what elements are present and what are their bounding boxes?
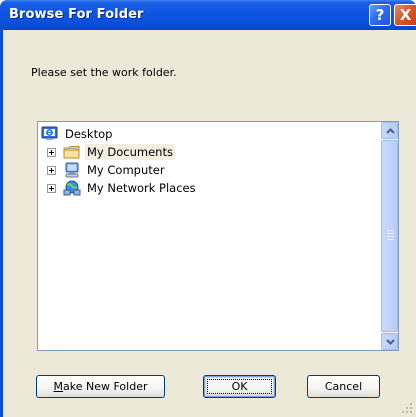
expand-toggle-my-network-places[interactable] (47, 183, 56, 193)
scroll-down-button[interactable] (381, 333, 398, 350)
expand-toggle-my-computer[interactable] (47, 165, 56, 175)
cancel-button[interactable]: Cancel (307, 375, 380, 398)
cancel-label: Cancel (324, 380, 363, 393)
close-icon: X (399, 6, 412, 24)
window-title: Browse For Folder (9, 7, 144, 22)
scroll-grip-line (387, 236, 394, 237)
tree-label-my-computer: My Computer (87, 163, 165, 177)
tree-item-desktop[interactable]: Desktop (41, 125, 114, 143)
make-new-folder-label: ake New Folder (63, 380, 148, 393)
tree-item-my-documents[interactable]: My Documents (47, 143, 175, 161)
vertical-scrollbar[interactable] (381, 122, 398, 350)
expand-toggle-my-documents[interactable] (47, 147, 56, 157)
tree-label-my-network-places: My Network Places (87, 181, 196, 195)
folder-tree[interactable]: Desktop My Documents My Computer My Netw… (37, 121, 399, 351)
scroll-grip-line (387, 230, 394, 231)
chevron-down-icon (386, 339, 395, 345)
help-icon: ? (375, 6, 385, 24)
help-button[interactable]: ? (369, 4, 391, 26)
ok-button[interactable]: OK (203, 375, 276, 398)
make-new-folder-button[interactable]: Make New Folder (36, 375, 165, 398)
my-documents-folder-icon (63, 144, 81, 160)
focus-rectangle (207, 379, 272, 394)
close-button[interactable]: X (394, 4, 416, 26)
tree-label-desktop: Desktop (65, 127, 113, 141)
tree-item-my-computer[interactable]: My Computer (47, 161, 167, 179)
instruction-text: Please set the work folder. (31, 66, 177, 79)
scroll-up-button[interactable] (381, 122, 398, 139)
scroll-grip-line (387, 233, 394, 234)
scroll-thumb[interactable] (381, 140, 398, 332)
network-places-icon (63, 180, 81, 196)
scroll-grip-line (387, 239, 394, 240)
tree-item-my-network-places[interactable]: My Network Places (47, 179, 198, 197)
chevron-up-icon (386, 128, 395, 134)
tree-label-my-documents: My Documents (85, 144, 175, 160)
my-computer-icon (63, 162, 81, 178)
title-bar[interactable]: Browse For Folder ? X (0, 0, 416, 30)
mnemonic-letter: M (53, 380, 64, 393)
resize-grip-icon[interactable] (401, 402, 413, 414)
desktop-icon (41, 126, 59, 142)
